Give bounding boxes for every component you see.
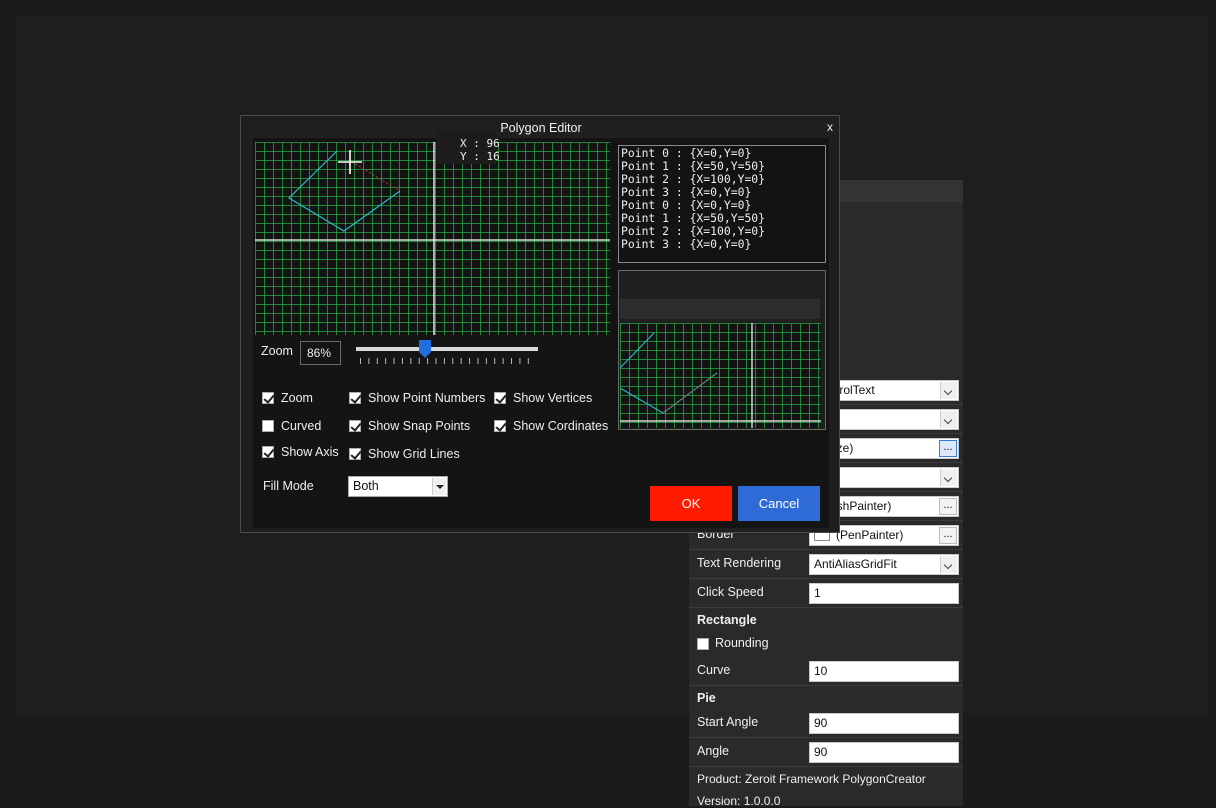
show-axis-checkbox-label: Show Axis — [281, 445, 339, 459]
crosshair-cursor-icon — [338, 150, 362, 174]
prop-row-start-angle: Start Angle 90 — [689, 709, 963, 738]
fill-mode-value: Both — [353, 479, 379, 493]
preview-panel — [618, 270, 826, 430]
text-rendering-label: Text Rendering — [697, 556, 782, 570]
curve-input[interactable]: 10 — [809, 661, 959, 682]
start-angle-input[interactable]: 90 — [809, 713, 959, 734]
click-speed-label: Click Speed — [697, 585, 764, 599]
border-value: (PenPainter) — [836, 528, 904, 542]
rounding-checkbox-row[interactable]: Rounding — [697, 636, 769, 650]
chevron-down-icon[interactable] — [940, 556, 957, 573]
zoom-checkbox[interactable] — [262, 392, 274, 404]
preview-polygon-edge — [620, 372, 718, 414]
prop-row-text-rendering: Text Rendering AntiAliasGridFit — [689, 550, 963, 579]
zoom-checkbox-label: Zoom — [281, 391, 313, 405]
curved-checkbox[interactable] — [262, 420, 274, 432]
points-list[interactable]: Point 0 : {X=0,Y=0} Point 1 : {X=50,Y=50… — [618, 145, 826, 263]
zoom-value-field[interactable]: 86% — [300, 341, 341, 365]
angle-label: Angle — [697, 744, 729, 758]
cursor-y-readout: Y : 16 — [460, 150, 500, 163]
rounding-checkbox[interactable] — [697, 638, 709, 650]
polygon-shape — [288, 150, 401, 232]
polygon-canvas[interactable] — [255, 142, 610, 335]
show-cordinates-checkbox[interactable] — [494, 420, 506, 432]
pie-section-header: Pie — [697, 691, 716, 705]
coordinate-readout: X : 96 Y : 16 — [436, 131, 500, 164]
fill-mode-select[interactable]: Both — [348, 476, 448, 497]
dialog-title: Polygon Editor — [500, 121, 582, 135]
show-vertices-label: Show Vertices — [513, 391, 593, 405]
curved-checkbox-label: Curved — [281, 419, 322, 433]
rubber-band-line — [351, 161, 401, 192]
text-rendering-select[interactable]: AntiAliasGridFit — [809, 554, 959, 575]
rounding-label: Rounding — [715, 636, 769, 650]
ellipsis-button[interactable]: ... — [939, 527, 957, 544]
show-grid-lines-label: Show Grid Lines — [368, 447, 460, 461]
ok-button[interactable]: OK — [650, 486, 732, 521]
prop-row-click-speed: Click Speed 1 — [689, 579, 963, 608]
prop-row-angle: Angle 90 — [689, 738, 963, 767]
chevron-down-icon[interactable] — [940, 469, 957, 486]
show-grid-lines-checkbox[interactable] — [349, 448, 361, 460]
chevron-down-icon[interactable] — [432, 478, 446, 495]
chevron-down-icon[interactable] — [940, 382, 957, 399]
fill-mode-label: Fill Mode — [263, 479, 314, 493]
click-speed-input[interactable]: 1 — [809, 583, 959, 604]
show-vertices-checkbox[interactable] — [494, 392, 506, 404]
list-item[interactable]: Point 3 : {X=0,Y=0} — [621, 238, 823, 251]
show-snap-points-checkbox[interactable] — [349, 420, 361, 432]
zoom-label: Zoom — [261, 344, 293, 358]
text-rendering-value: AntiAliasGridFit — [814, 557, 897, 571]
show-axis-checkbox[interactable] — [262, 446, 274, 458]
show-cordinates-label: Show Cordinates — [513, 419, 609, 433]
preview-overlay — [620, 323, 821, 428]
preview-header-bar — [620, 299, 820, 319]
preview-polygon-edge — [620, 332, 655, 369]
cursor-x-readout: X : 96 — [460, 137, 500, 150]
ellipsis-button[interactable]: ... — [939, 498, 957, 515]
prop-row-curve: Curve 10 — [689, 657, 963, 686]
cancel-button[interactable]: Cancel — [738, 486, 820, 521]
product-info: Product: Zeroit Framework PolygonCreator — [697, 772, 926, 786]
angle-input[interactable]: 90 — [809, 742, 959, 763]
chevron-down-icon[interactable] — [940, 411, 957, 428]
close-button[interactable]: x — [827, 120, 833, 134]
ellipsis-button[interactable]: ... — [939, 440, 957, 457]
start-angle-label: Start Angle — [697, 715, 759, 729]
show-snap-points-label: Show Snap Points — [368, 419, 471, 433]
show-point-numbers-checkbox[interactable] — [349, 392, 361, 404]
zoom-slider-track[interactable] — [356, 347, 538, 351]
canvas-overlay — [255, 142, 610, 335]
curve-label: Curve — [697, 663, 731, 677]
preview-canvas — [620, 323, 821, 428]
rectangle-section-header: Rectangle — [697, 613, 757, 627]
show-point-numbers-label: Show Point Numbers — [368, 391, 486, 405]
zoom-slider-ticks — [360, 358, 536, 364]
zoom-slider-thumb[interactable] — [419, 340, 432, 358]
